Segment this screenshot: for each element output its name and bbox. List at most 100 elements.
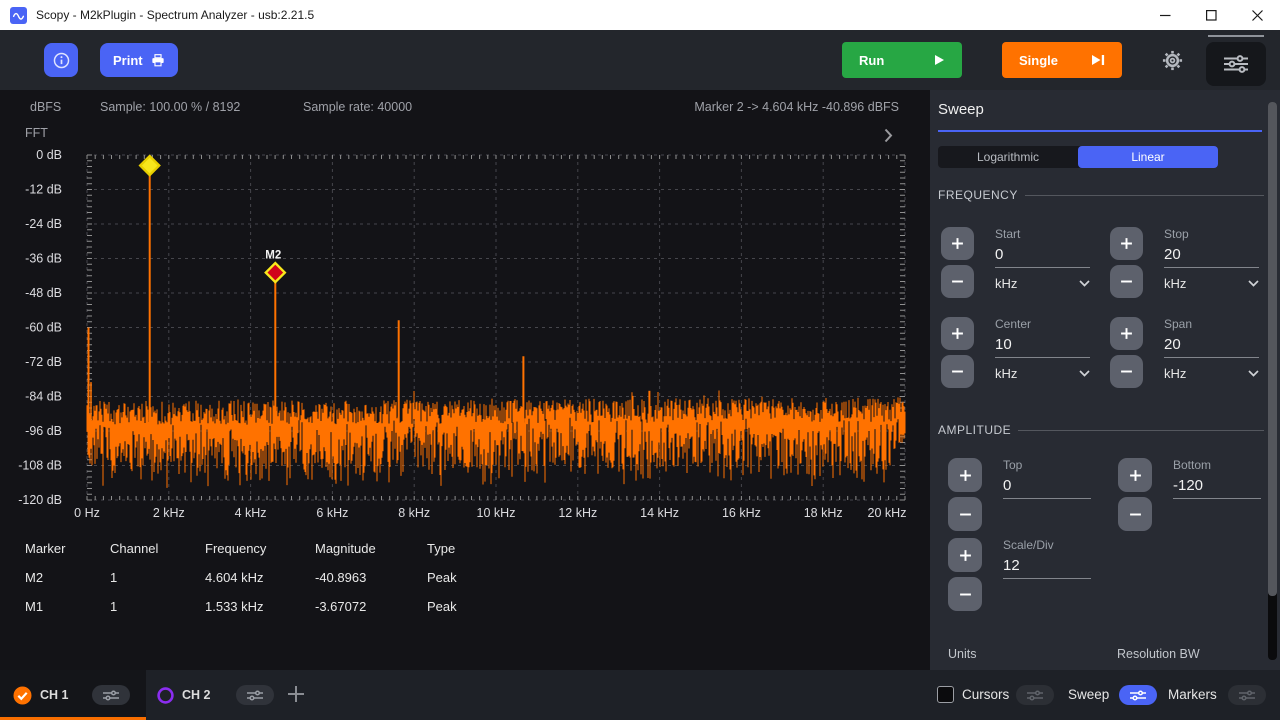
window-controls bbox=[1142, 0, 1280, 30]
cursors-label: Cursors bbox=[962, 687, 1009, 702]
minus-icon bbox=[959, 588, 972, 601]
channel2-enable-checkbox[interactable] bbox=[157, 687, 174, 704]
stop-value[interactable]: 20 bbox=[1164, 246, 1259, 268]
run-button[interactable]: Run bbox=[842, 42, 962, 78]
start-field: Start 0 kHz bbox=[941, 227, 1090, 298]
channel1-settings-button[interactable] bbox=[92, 685, 130, 705]
print-button[interactable]: Print bbox=[100, 43, 178, 77]
marker-row-cell: M2 bbox=[25, 570, 110, 585]
plus-icon bbox=[287, 685, 305, 703]
bottom-bar: CH 1 CH 2 Cursors Sweep Markers bbox=[0, 670, 1280, 720]
center-value[interactable]: 10 bbox=[995, 336, 1090, 358]
info-button[interactable] bbox=[44, 43, 78, 77]
plot-markers[interactable]: M2 bbox=[140, 156, 285, 282]
linear-button[interactable]: Linear bbox=[1078, 146, 1218, 168]
center-unit-select[interactable]: kHz bbox=[995, 366, 1090, 381]
spectrum-plot[interactable]: M2 0 dB-12 dB-24 dB-36 dB-48 dB-60 dB-72… bbox=[0, 90, 930, 528]
main-area: dBFS Sample: 100.00 % / 8192 Sample rate… bbox=[0, 90, 1280, 670]
bottom-value[interactable]: -120 bbox=[1173, 477, 1261, 499]
marker-row-cell: Peak bbox=[427, 570, 507, 585]
top-increment-button[interactable] bbox=[948, 458, 982, 492]
bottom-increment-button[interactable] bbox=[1118, 458, 1152, 492]
scale-div-decrement-button[interactable] bbox=[948, 577, 982, 611]
minimize-icon bbox=[1160, 10, 1171, 21]
scale-div-value[interactable]: 12 bbox=[1003, 557, 1091, 579]
print-button-label: Print bbox=[113, 53, 143, 68]
center-decrement-button[interactable] bbox=[941, 355, 974, 388]
svg-text:-48 dB: -48 dB bbox=[25, 286, 62, 300]
maximize-button[interactable] bbox=[1188, 0, 1234, 30]
panel-title: Sweep bbox=[938, 101, 984, 118]
top-value[interactable]: 0 bbox=[1003, 477, 1091, 499]
channel1-enable-checkbox[interactable] bbox=[13, 686, 32, 705]
bottom-label: Bottom bbox=[1173, 458, 1261, 472]
scopy-window: Scopy - M2kPlugin - Spectrum Analyzer - … bbox=[0, 0, 1280, 720]
cursors-checkbox[interactable] bbox=[937, 686, 954, 703]
top-field: Top 0 bbox=[948, 458, 1091, 531]
play-icon bbox=[934, 54, 945, 66]
gear-icon bbox=[1161, 49, 1184, 72]
preferences-button[interactable] bbox=[1160, 49, 1184, 72]
svg-text:12 kHz: 12 kHz bbox=[558, 506, 597, 520]
stop-increment-button[interactable] bbox=[1110, 227, 1143, 260]
center-field: Center 10 kHz bbox=[941, 317, 1090, 388]
start-increment-button[interactable] bbox=[941, 227, 974, 260]
bottom-field: Bottom -120 bbox=[1118, 458, 1261, 531]
marker-row-cell: 4.604 kHz bbox=[205, 570, 315, 585]
chevron-down-icon bbox=[1079, 280, 1090, 287]
plus-icon bbox=[951, 237, 964, 250]
single-button[interactable]: Single bbox=[1002, 42, 1122, 78]
span-decrement-button[interactable] bbox=[1110, 355, 1143, 388]
stop-decrement-button[interactable] bbox=[1110, 265, 1143, 298]
minus-icon bbox=[1120, 365, 1133, 378]
panel-scrollbar[interactable] bbox=[1268, 102, 1277, 660]
marker-table-header: Frequency bbox=[205, 541, 315, 556]
panel-toggle-button[interactable] bbox=[1206, 42, 1266, 86]
stop-unit-select[interactable]: kHz bbox=[1164, 276, 1259, 291]
amplitude-section-header: AMPLITUDE bbox=[938, 423, 1264, 437]
minus-icon bbox=[1120, 275, 1133, 288]
top-decrement-button[interactable] bbox=[948, 497, 982, 531]
minimize-button[interactable] bbox=[1142, 0, 1188, 30]
sliders-icon bbox=[1129, 690, 1147, 701]
add-channel-button[interactable] bbox=[287, 685, 305, 706]
marker-m2 bbox=[266, 263, 285, 282]
center-increment-button[interactable] bbox=[941, 317, 974, 350]
channel1-tab[interactable]: CH 1 bbox=[0, 670, 146, 720]
svg-text:4 kHz: 4 kHz bbox=[235, 506, 267, 520]
span-unit-select[interactable]: kHz bbox=[1164, 366, 1259, 381]
chevron-down-icon bbox=[1248, 370, 1259, 377]
bottom-decrement-button[interactable] bbox=[1118, 497, 1152, 531]
markers-label: Markers bbox=[1168, 687, 1217, 702]
scale-div-increment-button[interactable] bbox=[948, 538, 982, 572]
marker-table: Marker Channel Frequency Magnitude Type … bbox=[25, 534, 507, 621]
svg-text:10 kHz: 10 kHz bbox=[477, 506, 516, 520]
center-unit-label: kHz bbox=[995, 366, 1017, 381]
stop-field: Stop 20 kHz bbox=[1110, 227, 1259, 298]
svg-text:2 kHz: 2 kHz bbox=[153, 506, 185, 520]
start-value[interactable]: 0 bbox=[995, 246, 1090, 268]
start-decrement-button[interactable] bbox=[941, 265, 974, 298]
marker-row-cell: Peak bbox=[427, 599, 507, 614]
stop-label: Stop bbox=[1164, 227, 1259, 241]
start-unit-select[interactable]: kHz bbox=[995, 276, 1090, 291]
channel2-settings-button[interactable] bbox=[236, 685, 274, 705]
svg-text:6 kHz: 6 kHz bbox=[316, 506, 348, 520]
span-value[interactable]: 20 bbox=[1164, 336, 1259, 358]
panel-scrollbar-thumb[interactable] bbox=[1268, 102, 1277, 596]
span-field: Span 20 kHz bbox=[1110, 317, 1259, 388]
marker-m1 bbox=[140, 156, 159, 175]
logarithmic-button[interactable]: Logarithmic bbox=[938, 146, 1078, 168]
scale-div-label: Scale/Div bbox=[1003, 538, 1091, 552]
sweep-settings-button[interactable] bbox=[1119, 685, 1157, 705]
marker-row-cell: -3.67072 bbox=[315, 599, 427, 614]
plus-icon bbox=[1129, 469, 1142, 482]
titlebar: Scopy - M2kPlugin - Spectrum Analyzer - … bbox=[0, 0, 1280, 30]
cursors-settings-button[interactable] bbox=[1016, 685, 1054, 705]
plus-icon bbox=[1120, 327, 1133, 340]
close-button[interactable] bbox=[1234, 0, 1280, 30]
markers-settings-button[interactable] bbox=[1228, 685, 1266, 705]
span-increment-button[interactable] bbox=[1110, 317, 1143, 350]
channel1-label: CH 1 bbox=[40, 688, 68, 702]
center-label: Center bbox=[995, 317, 1090, 331]
